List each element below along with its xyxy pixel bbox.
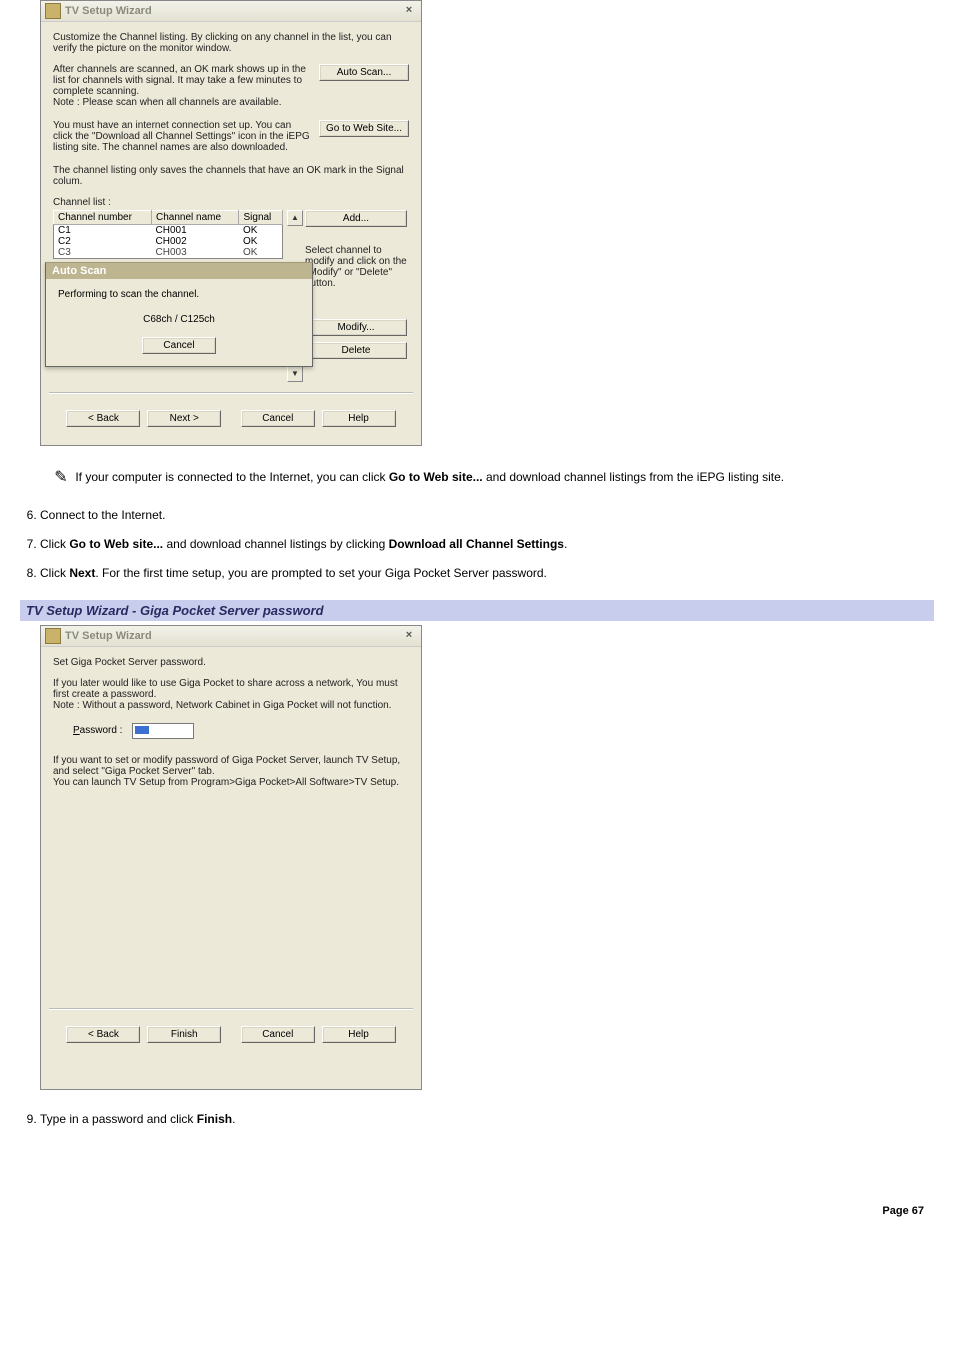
intro-text: Customize the Channel listing. By clicki… bbox=[53, 32, 409, 54]
instruction-list-2: Type in a password and click Finish. bbox=[20, 1110, 934, 1129]
modify-button[interactable]: Modify... bbox=[305, 319, 407, 336]
instruction-list: Connect to the Internet. Click Go to Web… bbox=[20, 506, 934, 584]
wizard-nav: < Back Next > Cancel Help bbox=[53, 400, 409, 433]
channel-table[interactable]: Channel number Channel name Signal C1 CH… bbox=[53, 210, 283, 259]
cancel-button[interactable]: Cancel bbox=[241, 1026, 315, 1043]
delete-button-label: Delete bbox=[342, 345, 371, 356]
auto-scan-message: Performing to scan the channel. bbox=[58, 289, 300, 300]
close-icon[interactable]: × bbox=[401, 4, 417, 18]
col-channel-number[interactable]: Channel number bbox=[54, 211, 152, 225]
help-button[interactable]: Help bbox=[322, 1026, 396, 1043]
pw-description: If you later would like to use Giga Pock… bbox=[53, 678, 409, 711]
add-button-label: Add... bbox=[343, 213, 369, 224]
password-input[interactable] bbox=[132, 723, 194, 739]
close-icon[interactable]: × bbox=[401, 629, 417, 643]
step-7: Click Go to Web site... and download cha… bbox=[40, 535, 934, 554]
signal-note: The channel listing only saves the chann… bbox=[53, 165, 409, 187]
app-icon bbox=[45, 3, 61, 19]
dialog-titlebar: TV Setup Wizard × bbox=[41, 626, 421, 647]
auto-scan-progress: C68ch / C125ch bbox=[58, 314, 300, 325]
scroll-up-button[interactable]: ▲ bbox=[287, 210, 303, 226]
tv-setup-wizard-channel-dialog: TV Setup Wizard × Customize the Channel … bbox=[40, 0, 422, 446]
delete-button[interactable]: Delete bbox=[305, 342, 407, 359]
auto-scan-popup: Auto Scan Performing to scan the channel… bbox=[45, 262, 313, 367]
dialog-title: TV Setup Wizard bbox=[65, 5, 152, 17]
col-signal[interactable]: Signal bbox=[239, 211, 283, 225]
dialog-titlebar: TV Setup Wizard × bbox=[41, 1, 421, 22]
internet-note: ✎ If your computer is connected to the I… bbox=[50, 466, 934, 490]
back-button[interactable]: < Back bbox=[66, 1026, 140, 1043]
auto-scan-cancel-label: Cancel bbox=[163, 340, 194, 351]
table-row[interactable]: C1 CH001 OK bbox=[54, 225, 283, 237]
finish-button[interactable]: Finish bbox=[147, 1026, 221, 1043]
help-button[interactable]: Help bbox=[322, 410, 396, 427]
dialog-title: TV Setup Wizard bbox=[65, 630, 152, 642]
step-8: Click Next. For the first time setup, yo… bbox=[40, 564, 934, 583]
wizard-nav: < Back Finish Cancel Help bbox=[53, 1016, 409, 1049]
step-6: Connect to the Internet. bbox=[40, 506, 934, 525]
add-button[interactable]: Add... bbox=[305, 210, 407, 227]
password-label: Password : bbox=[73, 725, 122, 736]
cancel-button[interactable]: Cancel bbox=[241, 410, 315, 427]
figure-caption: TV Setup Wizard - Giga Pocket Server pas… bbox=[20, 600, 934, 621]
side-help-text: Select channel to modify and click on th… bbox=[305, 245, 409, 289]
back-button[interactable]: < Back bbox=[66, 410, 140, 427]
go-to-website-button[interactable]: Go to Web Site... bbox=[319, 120, 409, 137]
col-channel-name[interactable]: Channel name bbox=[152, 211, 239, 225]
pw-hint: If you want to set or modify password of… bbox=[53, 755, 409, 788]
auto-scan-cancel-button[interactable]: Cancel bbox=[142, 337, 216, 354]
modify-button-label: Modify... bbox=[337, 322, 374, 333]
table-row[interactable]: C2 CH002 OK bbox=[54, 236, 283, 247]
tv-setup-wizard-password-dialog: TV Setup Wizard × Set Giga Pocket Server… bbox=[40, 625, 422, 1090]
pw-heading: Set Giga Pocket Server password. bbox=[53, 657, 409, 668]
note-icon: ✎ bbox=[50, 466, 72, 490]
table-row[interactable]: C3 CH003 OK bbox=[54, 247, 283, 259]
autoscan-description: After channels are scanned, an OK mark s… bbox=[53, 64, 311, 108]
website-description: You must have an internet connection set… bbox=[53, 120, 311, 153]
next-button[interactable]: Next > bbox=[147, 410, 221, 427]
auto-scan-button-label: Auto Scan... bbox=[337, 67, 391, 78]
step-9: Type in a password and click Finish. bbox=[40, 1110, 934, 1129]
app-icon bbox=[45, 628, 61, 644]
channel-list-label: Channel list : bbox=[53, 197, 409, 208]
go-to-website-button-label: Go to Web Site... bbox=[326, 123, 402, 134]
auto-scan-popup-title: Auto Scan bbox=[46, 263, 312, 279]
page-footer: Page 67 bbox=[0, 1165, 954, 1227]
auto-scan-button[interactable]: Auto Scan... bbox=[319, 64, 409, 81]
scroll-down-button[interactable]: ▼ bbox=[287, 366, 303, 382]
